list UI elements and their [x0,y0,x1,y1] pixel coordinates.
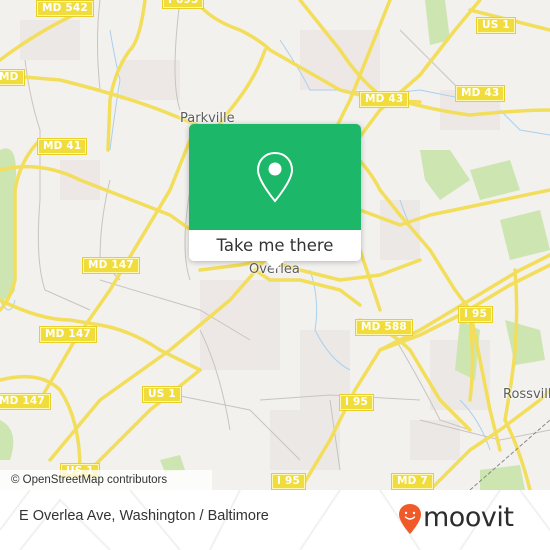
road-shield-md-edge: MD [0,69,25,86]
map-attribution[interactable]: © OpenStreetMap contributors [0,470,212,490]
road-shield-md147-a: MD 147 [82,257,140,274]
road-shield-md7: MD 7 [391,473,434,490]
road-shield-us1-top: US 1 [476,17,516,34]
road-shield-md588: MD 588 [355,319,413,336]
map-canvas[interactable]: MD 542 I 695 US 1 MD 43 MD 43 MD 41 MD M… [0,0,550,490]
road-shield-us1-mid: US 1 [142,386,182,403]
popup-pointer [265,260,285,270]
road-shield-i695: I 695 [161,0,205,9]
road-shield-md41: MD 41 [36,138,88,155]
moovit-wordmark: moovit [423,502,514,533]
address-label: E Overlea Ave, Washington / Baltimore [19,508,269,524]
map-pin-icon [256,151,294,203]
road-shield-md147-c: MD 147 [0,393,51,410]
road-shield-md43-right: MD 43 [454,85,506,102]
place-label-rossville: Rossville [503,387,550,402]
moovit-smiley-pin-icon [399,504,421,534]
road-shield-md43-left: MD 43 [358,91,410,108]
road-shield-i95-a: I 95 [458,306,493,323]
road-shield-md542: MD 542 [36,0,94,17]
road-shield-md147-b: MD 147 [39,326,97,343]
take-me-there-button[interactable]: Take me there [189,230,361,261]
road-shield-i95-b: I 95 [339,394,374,411]
location-popup[interactable]: Take me there [189,124,361,270]
road-shield-i95-c: I 95 [271,473,306,490]
popup-header[interactable] [189,124,361,230]
footer-bar: E Overlea Ave, Washington / Baltimore mo… [0,490,550,550]
